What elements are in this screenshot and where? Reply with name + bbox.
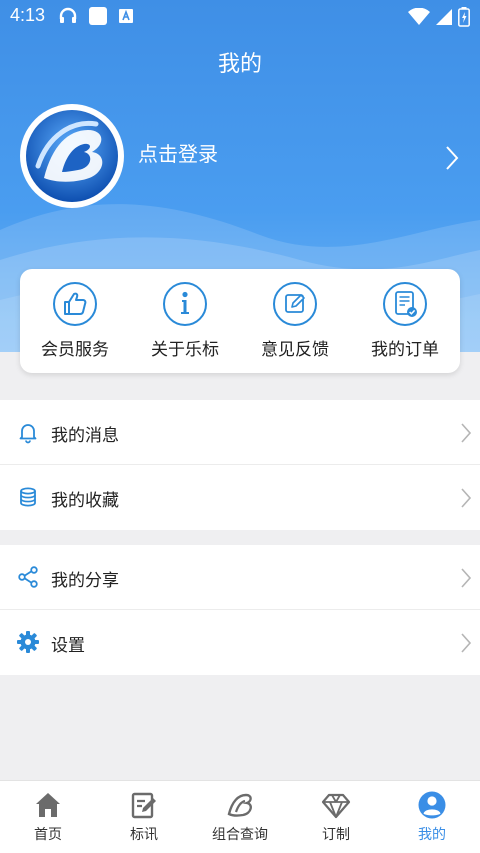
keyboard-a-icon bbox=[119, 9, 133, 23]
chevron-right-icon bbox=[461, 488, 472, 508]
quick-action-label: 关于乐标 bbox=[151, 340, 219, 360]
quick-action-my-orders[interactable]: 我的订单 bbox=[350, 269, 460, 373]
signal-icon bbox=[436, 9, 452, 25]
bottom-nav: 首页 标讯 组合查询 订制 我的 bbox=[0, 780, 480, 853]
share-icon bbox=[18, 566, 38, 588]
quick-action-member-service[interactable]: 会员服务 bbox=[20, 269, 130, 373]
bell-icon bbox=[19, 424, 37, 444]
nav-label: 订制 bbox=[322, 827, 350, 843]
database-icon bbox=[20, 487, 36, 507]
menu-item-my-shares[interactable]: 我的分享 bbox=[0, 545, 480, 610]
nav-label: 首页 bbox=[34, 827, 62, 843]
chevron-right-icon bbox=[446, 146, 459, 170]
menu-item-my-favorites[interactable]: 我的收藏 bbox=[0, 465, 480, 530]
menu-item-label: 我的收藏 bbox=[51, 491, 119, 511]
chevron-right-icon bbox=[461, 568, 472, 588]
status-time: 4:13 bbox=[10, 5, 46, 25]
menu-item-label: 我的分享 bbox=[51, 571, 119, 591]
battery-icon bbox=[458, 7, 470, 27]
gear-icon bbox=[17, 631, 39, 653]
headset-icon bbox=[59, 7, 77, 23]
menu-item-my-messages[interactable]: 我的消息 bbox=[0, 400, 480, 465]
app-logo-icon bbox=[26, 110, 118, 202]
nav-label: 组合查询 bbox=[212, 827, 268, 843]
menu-item-label: 设置 bbox=[51, 636, 85, 656]
edit-icon bbox=[273, 282, 317, 326]
wifi-icon bbox=[408, 8, 430, 25]
nav-tab-mine[interactable]: 我的 bbox=[384, 781, 480, 853]
nav-tab-combined-search[interactable]: 组合查询 bbox=[192, 781, 288, 853]
nav-label: 我的 bbox=[418, 827, 446, 843]
order-icon bbox=[383, 282, 427, 326]
logo-b-icon bbox=[227, 793, 252, 817]
menu-list-2: 我的分享 设置 bbox=[0, 545, 480, 675]
user-icon bbox=[418, 791, 446, 819]
nav-tab-news[interactable]: 标讯 bbox=[96, 781, 192, 853]
chevron-right-icon bbox=[461, 423, 472, 443]
nav-tab-customize[interactable]: 订制 bbox=[288, 781, 384, 853]
login-text[interactable]: 点击登录 bbox=[138, 138, 218, 167]
info-icon bbox=[163, 282, 207, 326]
nav-tab-home[interactable]: 首页 bbox=[0, 781, 96, 853]
quick-action-feedback[interactable]: 意见反馈 bbox=[240, 269, 350, 373]
menu-item-label: 我的消息 bbox=[51, 426, 119, 446]
menu-list-1: 我的消息 我的收藏 bbox=[0, 400, 480, 530]
nav-label: 标讯 bbox=[130, 827, 158, 843]
home-icon bbox=[36, 793, 60, 817]
quick-action-label: 我的订单 bbox=[371, 340, 439, 360]
thumbs-up-icon bbox=[53, 282, 97, 326]
avatar[interactable] bbox=[20, 104, 124, 208]
quick-action-label: 会员服务 bbox=[41, 340, 109, 360]
quick-actions-card: 会员服务 关于乐标 意见反馈 我的订单 bbox=[20, 269, 460, 373]
page-title: 我的 bbox=[217, 52, 262, 77]
chevron-right-icon bbox=[461, 633, 472, 653]
quick-action-about[interactable]: 关于乐标 bbox=[130, 269, 240, 373]
square-icon bbox=[89, 7, 107, 25]
status-bar: 4:13 bbox=[0, 0, 480, 32]
login-row[interactable]: 点击登录 bbox=[20, 104, 460, 208]
news-edit-icon bbox=[131, 792, 156, 819]
quick-action-label: 意见反馈 bbox=[261, 340, 329, 360]
menu-item-settings[interactable]: 设置 bbox=[0, 610, 480, 675]
diamond-icon bbox=[321, 793, 351, 819]
